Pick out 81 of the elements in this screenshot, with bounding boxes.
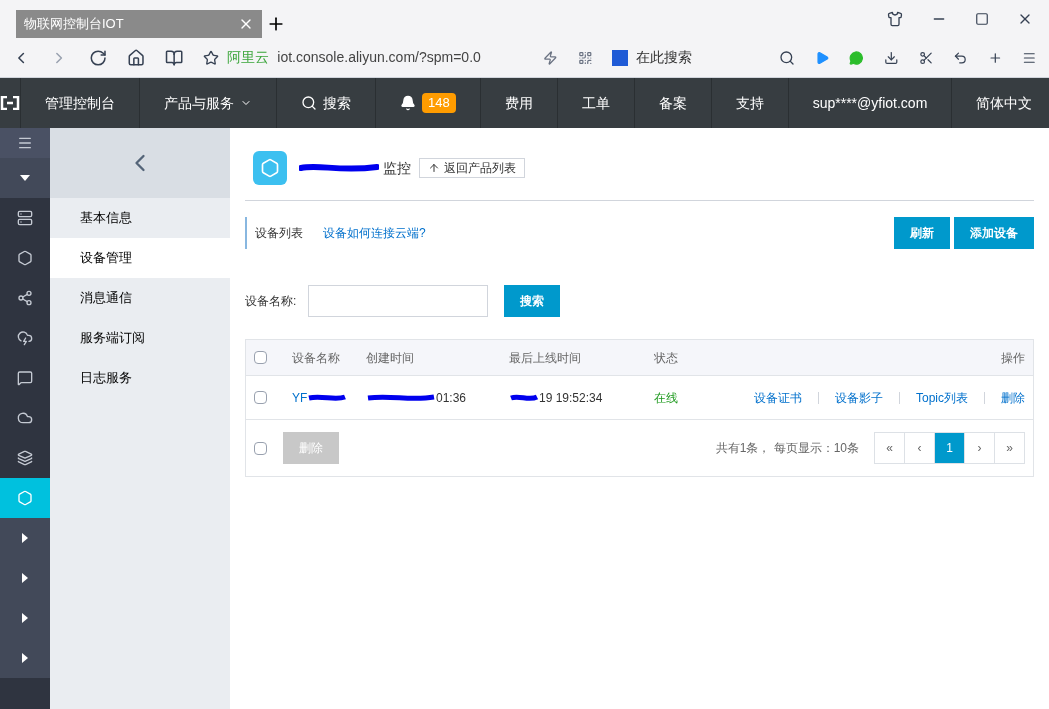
- url-text: iot.console.aliyun.com/?spm=0.0: [277, 48, 481, 67]
- section-title: 设备列表: [245, 217, 303, 249]
- column-header: 操作: [1001, 349, 1025, 367]
- scissors-icon[interactable]: [918, 49, 934, 66]
- submenu-item[interactable]: 设备管理: [50, 238, 230, 278]
- product-name: 监控: [383, 158, 411, 178]
- hexagon-icon: [260, 158, 280, 178]
- column-header: 最后上线时间: [509, 349, 582, 367]
- nav-link[interactable]: 工单: [557, 78, 635, 128]
- submenu-item[interactable]: 基本信息: [50, 198, 230, 238]
- bell-icon[interactable]: [400, 95, 416, 111]
- play-icon[interactable]: [814, 49, 830, 66]
- stack-icon[interactable]: [17, 450, 33, 466]
- search-icon[interactable]: [301, 95, 317, 111]
- submenu-item[interactable]: 服务端订阅: [50, 318, 230, 358]
- network-icon[interactable]: [17, 290, 33, 306]
- column-header: 状态: [654, 349, 679, 367]
- page-button[interactable]: ›: [964, 432, 995, 464]
- nav-link[interactable]: 产品与服务: [164, 92, 234, 114]
- nav-link[interactable]: 搜索: [323, 92, 351, 114]
- caret-down-icon[interactable]: [20, 175, 30, 181]
- reload-icon[interactable]: [88, 47, 107, 68]
- table-cell-text: 19 19:52:34: [539, 389, 603, 407]
- home-icon[interactable]: [126, 47, 146, 68]
- status-text: 在线: [654, 389, 679, 407]
- shirt-icon[interactable]: [887, 11, 903, 27]
- submenu-item[interactable]: 消息通信: [50, 278, 230, 318]
- submenu-item[interactable]: 日志服务: [50, 358, 230, 398]
- caret-right-icon[interactable]: [22, 533, 28, 543]
- menu-icon[interactable]: [17, 135, 33, 151]
- sidebar-item[interactable]: [0, 128, 50, 158]
- search-box[interactable]: 在此搜索: [612, 47, 795, 68]
- nav-link[interactable]: 费用: [480, 78, 558, 128]
- lightning-icon[interactable]: [542, 49, 558, 66]
- caret-right-icon[interactable]: [22, 573, 28, 583]
- row-action-link[interactable]: 设备证书: [754, 388, 802, 407]
- notification-badge: 148: [422, 93, 456, 113]
- page-button[interactable]: ‹: [904, 432, 935, 464]
- logo-icon[interactable]: [0, 96, 20, 110]
- cloud-bolt-icon[interactable]: [17, 330, 33, 346]
- page-button[interactable]: «: [874, 432, 905, 464]
- page-button[interactable]: »: [994, 432, 1025, 464]
- qr-code-icon[interactable]: [577, 49, 593, 66]
- back-to-list-button[interactable]: 返回产品列表: [419, 158, 525, 178]
- tab-title: 物联网控制台IOT: [24, 15, 125, 34]
- checkbox[interactable]: [254, 351, 267, 364]
- help-link[interactable]: 设备如何连接云端?: [323, 224, 426, 242]
- undo-icon[interactable]: [953, 49, 968, 66]
- search-placeholder: 在此搜索: [636, 48, 694, 67]
- star-icon[interactable]: [203, 49, 220, 66]
- table-cell-text: 01:36: [436, 389, 467, 407]
- device-name-field[interactable]: [308, 285, 489, 317]
- nav-link[interactable]: 支持: [711, 78, 789, 128]
- nav-link[interactable]: 简体中文: [952, 78, 1049, 128]
- row-action-link[interactable]: 删除: [1001, 388, 1025, 407]
- redaction-scribble: [366, 392, 436, 403]
- column-header: 创建时间: [366, 349, 415, 367]
- nav-link[interactable]: sup****@yfiot.com: [788, 78, 953, 128]
- pagination-summary: 共有1条， 每页显示：10条: [715, 440, 859, 457]
- row-action-link[interactable]: 设备影子: [835, 388, 883, 407]
- maximize-icon[interactable]: [975, 12, 989, 26]
- arrow-up-icon: [428, 162, 440, 174]
- filter-label: 设备名称:: [245, 293, 297, 310]
- caret-right-icon[interactable]: [22, 613, 28, 623]
- search-icon[interactable]: [778, 49, 795, 66]
- device-name-link[interactable]: YF: [292, 388, 308, 407]
- book-icon[interactable]: [165, 47, 184, 68]
- checkbox[interactable]: [254, 391, 267, 404]
- cloud-icon[interactable]: [17, 410, 33, 426]
- site-name: 阿里云: [227, 48, 270, 67]
- redaction-scribble: [307, 392, 348, 403]
- column-header: 设备名称: [292, 349, 341, 367]
- download-icon[interactable]: [883, 49, 899, 66]
- nav-link[interactable]: 备案: [634, 78, 712, 128]
- checkbox[interactable]: [254, 441, 267, 455]
- address-bar[interactable]: 阿里云 iot.console.aliyun.com/?spm=0.0: [203, 47, 523, 68]
- redaction-scribble: [509, 392, 539, 403]
- caret-right-icon[interactable]: [22, 653, 28, 663]
- row-action-link[interactable]: Topic列表: [916, 388, 968, 407]
- chat-icon[interactable]: [17, 370, 33, 386]
- server-icon[interactable]: [17, 210, 33, 226]
